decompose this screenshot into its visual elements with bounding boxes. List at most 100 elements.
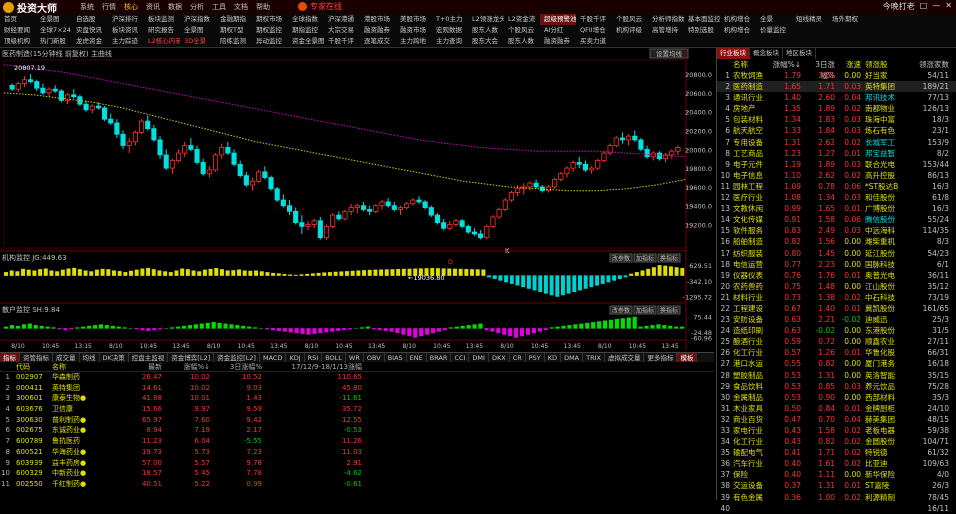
stock-col-1[interactable]: 代码: [10, 362, 52, 371]
list-item[interactable]: 7 专用设备 1.31 2.62 0.02 长城军工 153/9: [717, 137, 956, 148]
nav-row3-2[interactable]: 龙虎资金: [72, 36, 108, 47]
list-item[interactable]: 30 金属制品 0.53 0.90 0.00 西部材料 35/3: [717, 392, 956, 403]
nav-row1-14[interactable]: L2资金流: [504, 14, 540, 25]
window-control-3[interactable]: ✕: [945, 1, 952, 12]
nav-row1-20[interactable]: 机构增仓: [720, 14, 756, 25]
list-item[interactable]: 1 农牧饲渔 1.79 3.61 0.00 好当家 54/11: [717, 70, 956, 81]
nav-row3-0[interactable]: 顶级机构: [0, 36, 36, 47]
table-row[interactable]: 8 600521 华海药业● 19.73 5.73 7.23 11.03: [0, 447, 714, 458]
stock-col-4[interactable]: 涨幅%↓: [162, 362, 210, 371]
nav-row2-7[interactable]: 期权监控: [252, 25, 288, 36]
menu-0[interactable]: 系统: [80, 2, 94, 12]
window-control-0[interactable]: 今晚打老: [883, 1, 915, 12]
nav-row1-13[interactable]: L2领涨龙头: [468, 14, 504, 25]
nav-row1-18[interactable]: 分析师指数: [648, 14, 684, 25]
sector-col-3[interactable]: 3日涨幅%: [801, 59, 835, 80]
nav-row1-17[interactable]: 个股风云: [612, 14, 648, 25]
indicator-tab-14[interactable]: BIAS: [385, 353, 407, 362]
indicator-tab-10[interactable]: RSI: [305, 353, 323, 362]
chart-svg[interactable]: 医药制造(15分钟线 前复权) 主曲线 设置均线 20800.0 20600.0 204…: [0, 48, 714, 350]
list-item[interactable]: 26 化工行业 0.57 1.26 0.01 华鲁化股 66/31: [717, 347, 956, 358]
nav-row1-3[interactable]: 沪深排行: [108, 14, 144, 25]
indicator-tab-7[interactable]: 资金监控[L2]: [214, 353, 260, 362]
list-item[interactable]: 35 输配电气 0.41 1.71 0.02 特锐德 61/32: [717, 447, 956, 458]
table-row[interactable]: 5 300630 普利制药● 65.97 7.60 9.42 12.55: [0, 415, 714, 426]
nav-row2-8[interactable]: 期指监控: [288, 25, 324, 36]
list-item[interactable]: 39 有色金属 0.36 1.00 0.02 利源精制 78/45: [717, 492, 956, 503]
sector-col-1[interactable]: 名称: [733, 59, 771, 70]
indicator-tab-5[interactable]: 控盘主监视: [129, 353, 169, 362]
sector-col-4[interactable]: 涨速: [835, 59, 861, 70]
nav-row3-1[interactable]: 热门新股: [36, 36, 72, 47]
list-item[interactable]: 32 商业百货 0.47 0.70 0.04 赫美集团 48/15: [717, 414, 956, 425]
indicator-tab-24[interactable]: TRIX: [583, 353, 605, 362]
nav-row2-9[interactable]: 大宗交易: [324, 25, 360, 36]
nav-row3-11[interactable]: 主力跨地: [396, 36, 432, 47]
nav-row1-23[interactable]: 场外期权: [828, 14, 864, 25]
nav-row1-19[interactable]: 基本面监控: [684, 14, 720, 25]
table-row[interactable]: 7 600789 鲁抗医药 11.23 6.04 -5.55 11.26: [0, 436, 714, 447]
list-item[interactable]: 22 工程建设 0.67 1.40 0.01 冀凯股份 161/65: [717, 303, 956, 314]
indicator-tab-19[interactable]: DKX: [489, 353, 510, 362]
nav-row1-10[interactable]: 港股市场: [360, 14, 396, 25]
sector-tab-2[interactable]: 地区板块: [783, 48, 816, 59]
table-row[interactable]: 10 600329 中新药业● 18.57 5.45 7.78 -4.62: [0, 468, 714, 479]
list-item[interactable]: 10 电子信息 1.10 2.62 0.02 高升控股 86/13: [717, 170, 956, 181]
nav-row1-16[interactable]: 千股千评: [576, 14, 612, 25]
nav-row2-18[interactable]: 高管增持: [648, 25, 684, 36]
nav-row3-4[interactable]: L2核心内参: [144, 36, 180, 47]
table-row[interactable]: 1 002907 华森制药 26.47 10.02 10.52 110.65: [0, 372, 714, 383]
nav-row3-3[interactable]: 主力踪迹: [108, 36, 144, 47]
window-control-1[interactable]: □: [920, 1, 928, 12]
nav-row1-4[interactable]: 板块监测: [144, 14, 180, 25]
nav-row1-2[interactable]: 自选股: [72, 14, 108, 25]
list-item[interactable]: 37 保险 0.40 1.11 0.00 新华保险 4/0: [717, 469, 956, 480]
nav-row2-13[interactable]: 股东人数: [468, 25, 504, 36]
list-item[interactable]: 34 化工行业 0.43 0.82 0.02 金圆股份 104/71: [717, 436, 956, 447]
nav-row1-15[interactable]: 超级预警池: [540, 14, 576, 25]
nav-row2-12[interactable]: 宏观数据: [432, 25, 468, 36]
nav-row3-16[interactable]: 买卖力道: [576, 36, 612, 47]
list-item[interactable]: 33 家电行业 0.43 1.58 0.02 老板电器 59/38: [717, 425, 956, 436]
list-item[interactable]: 20 农药兽药 0.75 1.48 0.00 江山股份 35/12: [717, 281, 956, 292]
list-item[interactable]: 27 港口水运 0.55 0.82 0.00 厦门港务 16/18: [717, 358, 956, 369]
list-item[interactable]: 38 交运设备 0.37 1.31 0.01 ST嘉陵 26/3: [717, 480, 956, 491]
window-control-2[interactable]: —: [932, 1, 940, 12]
indicator-tab-13[interactable]: OBV: [364, 353, 385, 362]
list-item[interactable]: 18 电信运营 0.77 2.23 0.00 国脉科技 6/1: [717, 259, 956, 270]
indicator-tab-11[interactable]: BOLL: [322, 353, 346, 362]
list-item[interactable]: 14 文化传媒 0.91 1.58 0.06 腾信股份 55/24: [717, 214, 956, 225]
sector-tab-0[interactable]: 行业板块: [717, 48, 750, 59]
nav-row2-0[interactable]: 财经要闻: [0, 25, 36, 36]
indicator-tab-15[interactable]: ENE: [407, 353, 427, 362]
table-row[interactable]: 4 603676 卫信康 15.66 9.97 9.59 35.72: [0, 404, 714, 415]
list-item[interactable]: 4 房地产 1.35 1.89 0.02 南都物业 126/13: [717, 103, 956, 114]
nav-row1-7[interactable]: 期权市场: [252, 14, 288, 25]
list-item[interactable]: 21 材料行业 0.73 1.38 0.02 中石科技 73/19: [717, 292, 956, 303]
indicator-tab-12[interactable]: WR: [346, 353, 364, 362]
nav-row1-11[interactable]: 美股市场: [396, 14, 432, 25]
nav-row2-14[interactable]: 个股风云: [504, 25, 540, 36]
nav-row2-10[interactable]: 融资融券: [360, 25, 396, 36]
list-item[interactable]: 11 园林工程 1.09 0.78 0.06 *ST股达B 16/3: [717, 181, 956, 192]
nav-row1-21[interactable]: 全景: [756, 14, 792, 25]
stock-col-3[interactable]: 最新: [112, 362, 162, 371]
nav-row1-6[interactable]: 金融期指: [216, 14, 252, 25]
list-item[interactable]: 17 纺织服装 0.80 1.45 0.00 延江股份 54/23: [717, 248, 956, 259]
indicator-tab-17[interactable]: CCI: [451, 353, 470, 362]
menu-6[interactable]: 工具: [212, 2, 226, 12]
indicator-tab-22[interactable]: KD: [545, 353, 562, 362]
expert-online-button[interactable]: 专家在线: [298, 1, 342, 12]
indicator-tab-26[interactable]: 更多指标: [644, 353, 678, 362]
nav-row1-8[interactable]: 全球指数: [288, 14, 324, 25]
list-item[interactable]: 9 电子元件 1.19 1.89 0.03 联合光电 153/44: [717, 159, 956, 170]
list-item[interactable]: 16 船舶制造 0.82 1.56 0.00 潍柴重机 8/3: [717, 236, 956, 247]
nav-row2-4[interactable]: 研究报告: [144, 25, 180, 36]
nav-row2-19[interactable]: 特别选股: [684, 25, 720, 36]
stock-col-0[interactable]: [0, 362, 10, 371]
indicator-tab-18[interactable]: DMI: [469, 353, 489, 362]
nav-row2-11[interactable]: 融资市场: [396, 25, 432, 36]
nav-row1-9[interactable]: 沪深港通: [324, 14, 360, 25]
menu-8[interactable]: 帮助: [256, 2, 270, 12]
list-item[interactable]: 5 包装材料 1.34 1.83 0.03 珠海中富 18/3: [717, 114, 956, 125]
